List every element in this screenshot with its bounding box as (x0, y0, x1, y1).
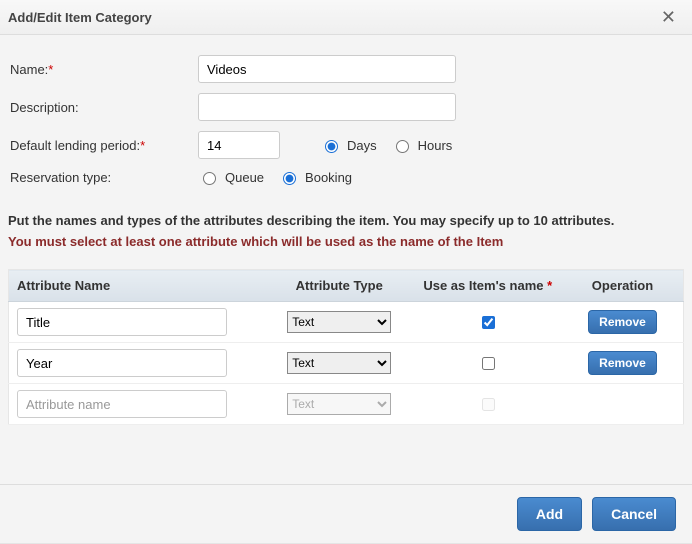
dialog-body: Name:* Description: Default lending peri… (0, 35, 692, 484)
name-label-text: Name: (10, 62, 48, 77)
header-attribute-type: Attribute Type (265, 270, 414, 302)
hours-label: Hours (418, 138, 453, 153)
add-button[interactable]: Add (517, 497, 582, 531)
queue-radio[interactable] (203, 172, 216, 185)
attributes-warning: You must select at least one attribute w… (8, 234, 684, 249)
table-row-new: Text (9, 384, 684, 425)
header-use-as-name-text: Use as Item's name (423, 278, 543, 293)
lending-period-row: Default lending period:* Days Hours (8, 131, 684, 159)
attribute-type-select-disabled: Text (287, 393, 391, 415)
hours-radio[interactable] (396, 140, 409, 153)
header-operation: Operation (562, 270, 684, 302)
lending-period-input[interactable] (198, 131, 280, 159)
name-input[interactable] (198, 55, 456, 83)
name-row: Name:* (8, 55, 684, 83)
description-label: Description: (8, 100, 198, 115)
table-header-row: Attribute Name Attribute Type Use as Ite… (9, 270, 684, 302)
reservation-type-group: Queue Booking (198, 169, 360, 185)
use-as-name-checkbox-disabled (482, 398, 495, 411)
attribute-name-input[interactable] (17, 308, 227, 336)
reservation-type-row: Reservation type: Queue Booking (8, 169, 684, 185)
table-row: Text Remove (9, 343, 684, 384)
required-marker: * (140, 138, 145, 153)
days-radio[interactable] (325, 140, 338, 153)
booking-label: Booking (305, 170, 352, 185)
required-marker: * (48, 62, 53, 77)
header-use-as-name: Use as Item's name * (414, 270, 563, 302)
use-as-name-checkbox[interactable] (482, 316, 495, 329)
add-edit-category-dialog: Add/Edit Item Category ✕ Name:* Descript… (0, 0, 692, 544)
dialog-title: Add/Edit Item Category (8, 10, 657, 25)
reservation-type-label: Reservation type: (8, 170, 198, 185)
remove-button[interactable]: Remove (588, 351, 657, 375)
dialog-header: Add/Edit Item Category ✕ (0, 0, 692, 35)
attribute-type-select[interactable]: Text (287, 311, 391, 333)
lending-period-label: Default lending period:* (8, 138, 198, 153)
queue-label: Queue (225, 170, 264, 185)
table-row: Text Remove (9, 302, 684, 343)
description-input[interactable] (198, 93, 456, 121)
header-attribute-name: Attribute Name (9, 270, 266, 302)
attributes-instruction: Put the names and types of the attribute… (8, 213, 684, 228)
use-as-name-checkbox[interactable] (482, 357, 495, 370)
remove-button[interactable]: Remove (588, 310, 657, 334)
days-label: Days (347, 138, 377, 153)
booking-radio[interactable] (283, 172, 296, 185)
close-icon[interactable]: ✕ (657, 8, 680, 26)
dialog-footer: Add Cancel (0, 484, 692, 543)
description-row: Description: (8, 93, 684, 121)
lending-unit-group: Days Hours (320, 137, 460, 153)
lending-period-label-text: Default lending period: (10, 138, 140, 153)
attributes-table: Attribute Name Attribute Type Use as Ite… (8, 269, 684, 425)
attribute-type-select[interactable]: Text (287, 352, 391, 374)
attribute-name-input-new[interactable] (17, 390, 227, 418)
name-label: Name:* (8, 62, 198, 77)
attribute-name-input[interactable] (17, 349, 227, 377)
required-marker: * (547, 278, 552, 293)
cancel-button[interactable]: Cancel (592, 497, 676, 531)
